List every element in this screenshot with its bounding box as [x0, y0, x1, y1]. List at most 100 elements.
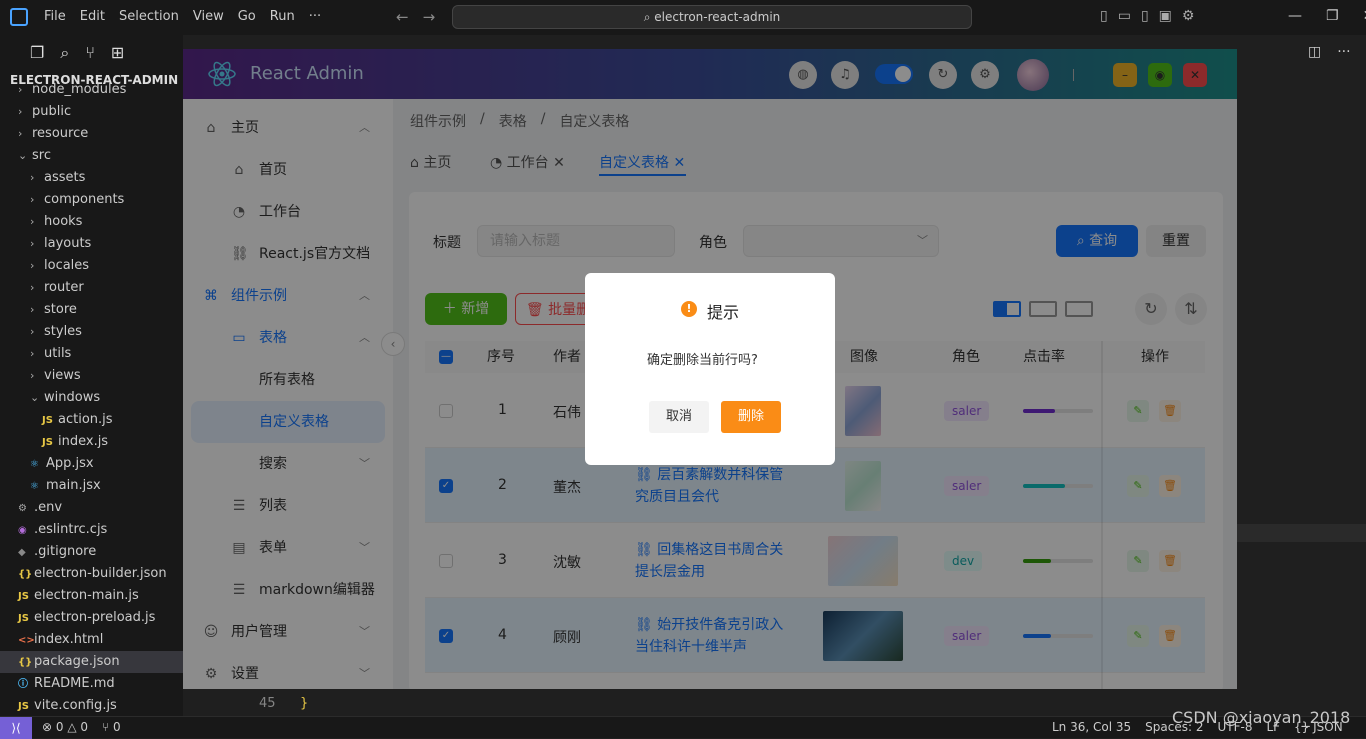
menu-more[interactable]: ··· — [309, 9, 321, 24]
tree-file[interactable]: ⚛ App.jsx — [0, 453, 94, 475]
menu-go[interactable]: Go — [238, 9, 256, 24]
menu-run[interactable]: Run — [270, 9, 295, 24]
tree-item-label: styles — [44, 324, 82, 339]
tree-folder[interactable]: › locales — [0, 255, 89, 277]
json-file-icon: {} — [18, 569, 33, 580]
more-actions-icon[interactable]: ··· — [1337, 44, 1350, 60]
tree-item-label: electron-main.js — [34, 588, 139, 603]
tree-file[interactable]: JS index.js — [0, 431, 108, 453]
search-view-icon[interactable]: ⌕ — [60, 43, 69, 63]
tree-item-label: .env — [34, 500, 63, 515]
tree-item-label: public — [32, 104, 72, 119]
tree-folder[interactable]: › components — [0, 189, 124, 211]
remote-icon[interactable]: ⟩⟨ — [0, 717, 32, 739]
tree-item-label: windows — [44, 390, 101, 405]
js-file-icon: JS — [18, 701, 29, 712]
tree-item-label: main.jsx — [46, 478, 101, 493]
vscode-titlebar: File Edit Selection View Go Run ··· ← → … — [0, 0, 1366, 35]
md-file-icon: ⓘ — [18, 679, 28, 690]
tree-file[interactable]: ⓘ README.md — [0, 673, 115, 695]
source-control-icon[interactable]: ⑂ — [85, 43, 95, 63]
tree-item-label: README.md — [34, 676, 115, 691]
tree-item-label: src — [32, 148, 51, 163]
menu-bar: File Edit Selection View Go Run ··· — [44, 9, 321, 24]
tree-item-label: router — [44, 280, 84, 295]
tree-item-label: layouts — [44, 236, 92, 251]
chevron-right-icon: › — [30, 347, 35, 360]
tree-file[interactable]: ⚛ main.jsx — [0, 475, 101, 497]
chevron-right-icon: › — [30, 325, 35, 338]
split-editor-icon[interactable]: ◫ — [1308, 44, 1321, 60]
tree-folder[interactable]: › store — [0, 299, 77, 321]
tree-file[interactable]: JS electron-preload.js — [0, 607, 155, 629]
tree-folder[interactable]: ⌄ windows — [0, 387, 100, 409]
search-icon: ⌕ — [643, 10, 655, 24]
tree-folder[interactable]: › utils — [0, 343, 71, 365]
tree-file[interactable]: ◉ .eslintrc.cjs — [0, 519, 107, 541]
problems-status[interactable]: ⊗ 0 △ 0 — [42, 720, 88, 734]
app-window: React Admin ◍ ♫ ↻ ⚙ – ◉ ✕ ⌂ 主页 ︿ ⌂ 首页 ◔ 工作台 ⛓ Re… — [183, 49, 1237, 689]
jsx-file-icon: ⚛ — [30, 481, 39, 492]
menu-edit[interactable]: Edit — [80, 9, 105, 24]
tree-file[interactable]: ⚙ .env — [0, 497, 62, 519]
tree-item-label: .eslintrc.cjs — [34, 522, 108, 537]
ports-status[interactable]: ⑂ 0 — [102, 720, 121, 734]
forward-arrow-icon[interactable]: → — [423, 8, 436, 26]
tree-file[interactable]: JS electron-main.js — [0, 585, 139, 607]
chevron-down-icon: ⌄ — [18, 149, 28, 162]
js-file-icon: JS — [42, 415, 53, 426]
tree-item-label: views — [44, 368, 81, 383]
tree-item-label: hooks — [44, 214, 83, 229]
chevron-right-icon: › — [30, 259, 35, 272]
html5-file-icon: <> — [18, 635, 35, 646]
tree-item-label: utils — [44, 346, 72, 361]
tree-folder[interactable]: › router — [0, 277, 84, 299]
toggle-panel-icon[interactable]: ▭ — [1118, 8, 1131, 24]
extensions-icon[interactable]: ⊞ — [111, 43, 124, 63]
activity-bar: ❐ ⌕ ⑂ ⊞ — [0, 35, 183, 71]
tree-file[interactable]: {} package.json — [0, 651, 183, 673]
menu-view[interactable]: View — [193, 9, 224, 24]
cursor-position[interactable]: Ln 36, Col 35 — [1052, 720, 1131, 734]
delete-button[interactable]: 删除 — [721, 401, 781, 433]
chevron-right-icon: › — [18, 127, 23, 140]
menu-selection[interactable]: Selection — [119, 9, 179, 24]
tree-file[interactable]: JS action.js — [0, 409, 113, 431]
dialog-message: 确定删除当前行吗? — [647, 353, 758, 368]
tree-file[interactable]: {} electron-builder.json — [0, 563, 167, 585]
tree-item-label: App.jsx — [46, 456, 94, 471]
tree-folder[interactable]: › views — [0, 365, 81, 387]
settings-gear-icon[interactable]: ⚙ — [1182, 8, 1195, 24]
tree-item-label: components — [44, 192, 125, 207]
tree-folder[interactable]: › public — [0, 101, 71, 123]
tree-file[interactable]: <>index.html — [0, 629, 103, 651]
explorer-panel: ELECTRON-REACT-ADMIN › node_modules › publi… — [0, 71, 183, 716]
tree-item-label: package.json — [34, 654, 120, 669]
watermark: CSDN @xiaoyan_2018 — [1172, 708, 1351, 727]
tree-folder[interactable]: › assets — [0, 167, 85, 189]
tree-file[interactable]: JS vite.config.js — [0, 695, 117, 717]
customize-layout-icon[interactable]: ▣ — [1159, 8, 1172, 24]
tree-folder[interactable]: ⌄ src — [0, 145, 51, 167]
minimize-icon[interactable]: — — [1288, 8, 1302, 24]
toggle-sidebar-icon[interactable]: ▯ — [1100, 8, 1108, 24]
close-icon[interactable]: ✕ — [1363, 8, 1366, 24]
back-arrow-icon[interactable]: ← — [396, 8, 409, 26]
js-file-icon: JS — [18, 613, 29, 624]
menu-file[interactable]: File — [44, 9, 66, 24]
dialog-title: 提示 — [707, 303, 740, 322]
tree-file[interactable]: ◆ .gitignore — [0, 541, 96, 563]
tree-folder[interactable]: › styles — [0, 321, 82, 343]
cancel-button[interactable]: 取消 — [649, 401, 709, 433]
explorer-icon[interactable]: ❐ — [30, 43, 44, 63]
tree-folder[interactable]: › resource — [0, 123, 88, 145]
tree-item-label: .gitignore — [34, 544, 97, 559]
toggle-secondary-sidebar-icon[interactable]: ▯ — [1141, 8, 1149, 24]
chevron-right-icon: › — [30, 281, 35, 294]
chevron-right-icon: › — [30, 193, 35, 206]
tree-folder[interactable]: › hooks — [0, 211, 82, 233]
command-center-search[interactable]: ⌕ electron-react-admin — [452, 5, 972, 29]
tree-folder[interactable]: › node_modules — [0, 79, 126, 101]
restore-icon[interactable]: ❐ — [1326, 8, 1339, 24]
tree-folder[interactable]: › layouts — [0, 233, 91, 255]
